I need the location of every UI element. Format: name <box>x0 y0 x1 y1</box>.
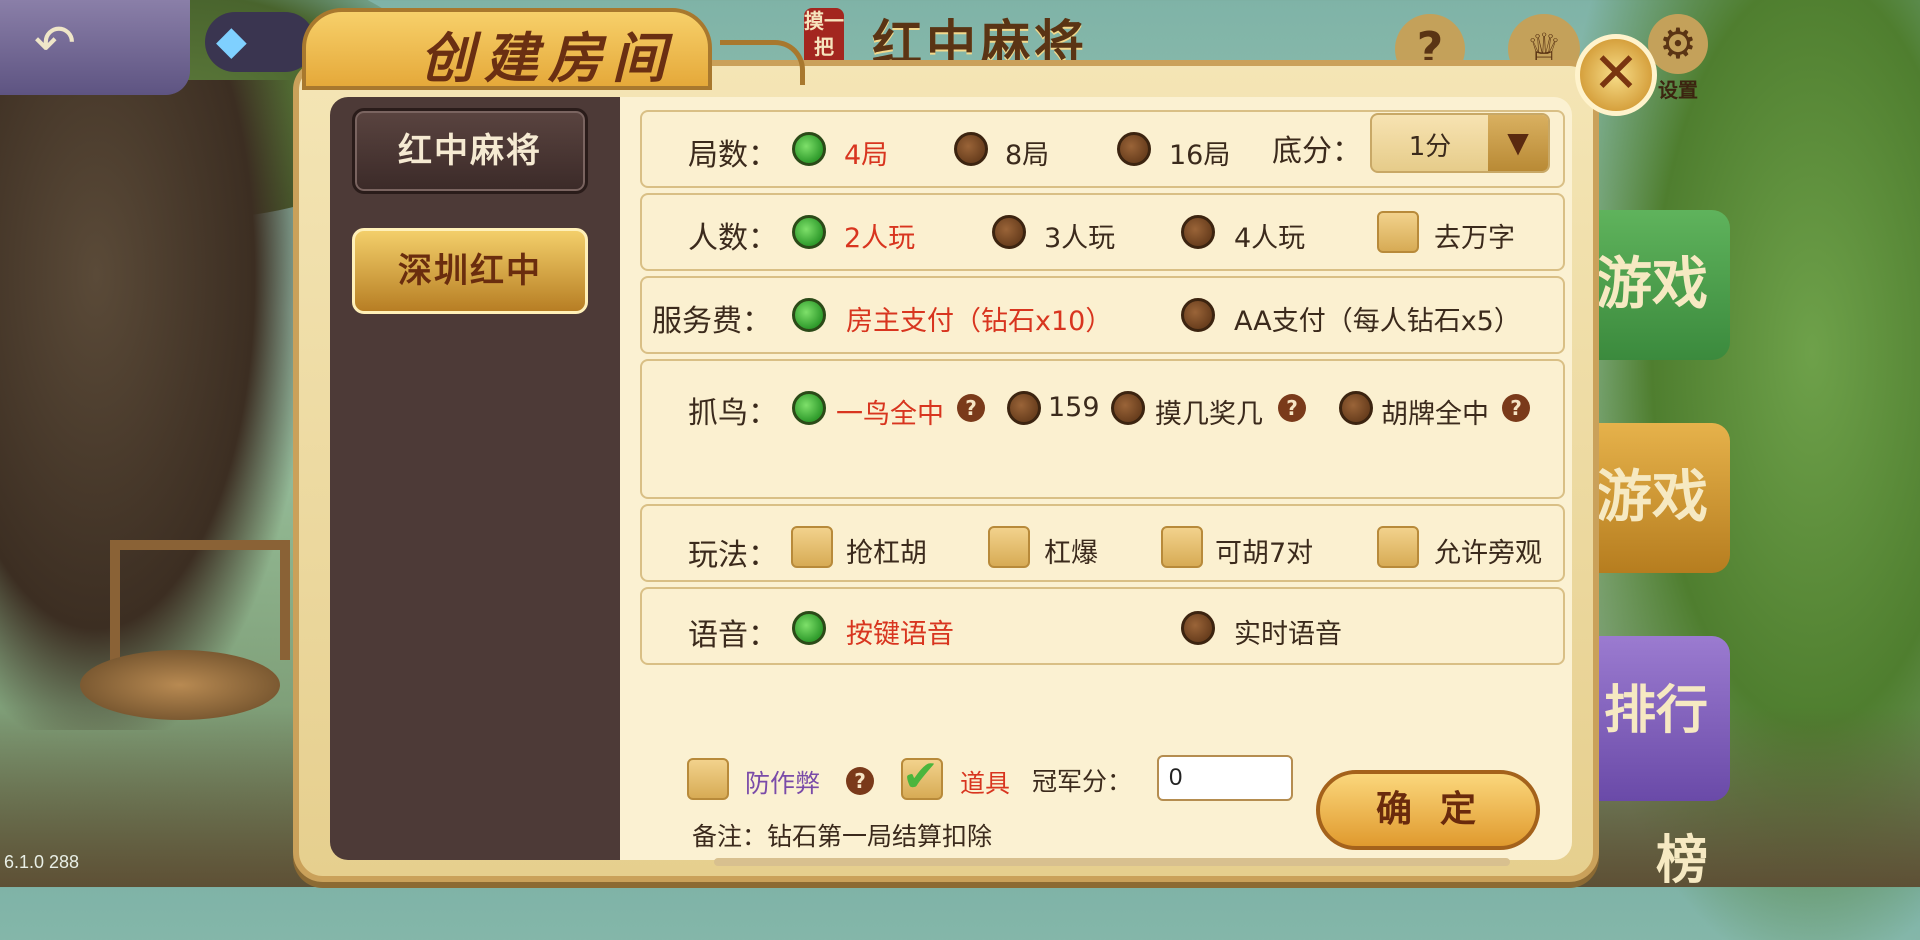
anti-cheat-label[interactable]: 防作弊 <box>745 764 820 800</box>
voice-row <box>640 587 1565 665</box>
close-button[interactable]: ✕ <box>1575 34 1657 116</box>
tab-shenzhen-hongzhong[interactable]: 深圳红中 <box>352 228 588 314</box>
remove-wan-label[interactable]: 去万字 <box>1434 216 1515 255</box>
fee-radio-host[interactable] <box>792 298 826 332</box>
fee-radio-aa[interactable] <box>1181 298 1215 332</box>
players-option-3[interactable]: 3人玩 <box>1044 216 1115 255</box>
rounds-label: 局数： <box>688 138 778 173</box>
anti-cheat-checkbox[interactable] <box>687 758 729 800</box>
checkmark-icon: ✔ <box>902 751 939 802</box>
horizontal-scrollbar[interactable] <box>714 858 1510 866</box>
gangbao-checkbox[interactable] <box>988 526 1030 568</box>
players-radio-4[interactable] <box>1181 215 1215 249</box>
gear-icon: ⚙ <box>1648 14 1708 74</box>
players-option-4[interactable]: 4人玩 <box>1234 216 1305 255</box>
gameplay-label: 玩法： <box>688 538 778 573</box>
players-label: 人数： <box>688 221 778 256</box>
back-arrow-icon: ↶ <box>34 14 76 72</box>
props-label[interactable]: 道具 <box>960 764 1010 800</box>
service-fee-label: 服务费： <box>652 304 772 339</box>
rounds-radio-8[interactable] <box>954 132 988 166</box>
bird-radio-159[interactable] <box>1007 391 1041 425</box>
voice-label: 语音： <box>688 618 778 653</box>
voice-radio-button[interactable] <box>792 611 826 645</box>
qiangganghu-label[interactable]: 抢杠胡 <box>846 531 927 570</box>
rounds-option-16[interactable]: 16局 <box>1169 133 1230 172</box>
bird-radio-all[interactable] <box>792 391 826 425</box>
allow-watch-checkbox[interactable] <box>1377 526 1419 568</box>
voice-option-realtime[interactable]: 实时语音 <box>1234 612 1342 651</box>
gameplay-row <box>640 504 1565 582</box>
base-score-value: 1分 <box>1408 132 1452 162</box>
diamond-icon: ◆ <box>216 18 247 64</box>
background-table <box>80 650 280 720</box>
kehu7dui-label[interactable]: 可胡7对 <box>1215 531 1313 570</box>
fee-option-aa[interactable]: AA支付（每人钻石x5） <box>1234 299 1521 338</box>
bird-label: 抓鸟： <box>688 396 778 431</box>
bird-radio-mojijiangji[interactable] <box>1111 391 1145 425</box>
players-option-2[interactable]: 2人玩 <box>844 216 915 255</box>
back-button[interactable]: ↶ <box>0 0 190 95</box>
kehu7dui-checkbox[interactable] <box>1161 526 1203 568</box>
remove-wan-checkbox[interactable] <box>1377 211 1419 253</box>
dropdown-arrow-icon[interactable]: ▼ <box>1488 115 1548 171</box>
fee-option-host[interactable]: 房主支付（钻石x10） <box>846 299 1112 338</box>
tab-hongzhong-mahjong[interactable]: 红中麻将 <box>352 108 588 194</box>
game-type-panel <box>330 97 620 860</box>
note-text: 备注：钻石第一局结算扣除 <box>692 822 993 851</box>
bird-option-all[interactable]: 一鸟全中 <box>836 392 944 431</box>
gangbao-label[interactable]: 杠爆 <box>1044 531 1098 570</box>
champion-score-label: 冠军分： <box>1032 767 1133 796</box>
voice-option-button[interactable]: 按键语音 <box>846 612 954 651</box>
champion-score-input[interactable] <box>1157 755 1293 801</box>
bird-option-mojijiangji[interactable]: 摸几奖几 <box>1155 392 1263 431</box>
bird-hupai-help-icon[interactable]: ? <box>1502 394 1530 422</box>
version-text: 6.1.0 288 <box>4 852 80 872</box>
players-radio-3[interactable] <box>992 215 1026 249</box>
rounds-radio-4[interactable] <box>792 132 826 166</box>
bird-all-help-icon[interactable]: ? <box>957 394 985 422</box>
voice-radio-realtime[interactable] <box>1181 611 1215 645</box>
background-arch <box>110 540 290 660</box>
allow-watch-label[interactable]: 允许旁观 <box>1434 531 1542 570</box>
close-icon: ✕ <box>1592 41 1640 106</box>
bird-option-159[interactable]: 159 <box>1048 392 1100 423</box>
rounds-option-8[interactable]: 8局 <box>1005 133 1049 172</box>
bird-radio-hupai[interactable] <box>1339 391 1373 425</box>
anti-cheat-help-icon[interactable]: ? <box>846 767 874 795</box>
players-radio-2[interactable] <box>792 215 826 249</box>
dialog-title: 创建房间 <box>420 26 676 90</box>
bird-mojijiangji-help-icon[interactable]: ? <box>1278 394 1306 422</box>
confirm-button[interactable]: 确定 <box>1316 770 1540 850</box>
title-ornament <box>720 40 805 85</box>
qiangganghu-checkbox[interactable] <box>791 526 833 568</box>
base-score-label: 底分： <box>1272 134 1362 169</box>
bird-option-hupai[interactable]: 胡牌全中 <box>1381 392 1489 431</box>
rounds-option-4[interactable]: 4局 <box>844 133 888 172</box>
rounds-radio-16[interactable] <box>1117 132 1151 166</box>
